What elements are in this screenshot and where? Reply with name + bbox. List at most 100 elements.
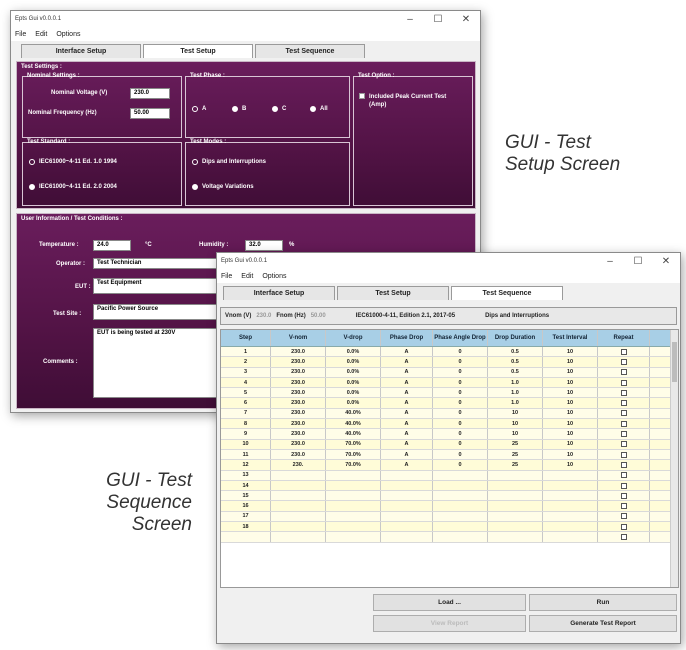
table-cell[interactable]: 10: [543, 398, 598, 408]
mode-voltage-radio[interactable]: Voltage Variations: [192, 184, 254, 190]
table-cell[interactable]: [271, 491, 326, 501]
repeat-checkbox[interactable]: [620, 523, 627, 530]
table-cell[interactable]: A: [381, 429, 433, 439]
table-cell[interactable]: [433, 480, 488, 491]
table-cell[interactable]: A: [381, 398, 433, 408]
table-cell[interactable]: [543, 480, 598, 491]
table-cell[interactable]: 10: [221, 439, 271, 449]
table-cell[interactable]: 10: [543, 439, 598, 449]
repeat-checkbox[interactable]: [620, 461, 627, 468]
view-report-button[interactable]: View Report: [373, 615, 526, 632]
table-cell[interactable]: 0.5: [488, 357, 543, 367]
scrollbar-thumb[interactable]: [672, 342, 677, 382]
column-header[interactable]: Repeat: [598, 330, 650, 346]
repeat-checkbox[interactable]: [620, 472, 627, 479]
phase-a-radio[interactable]: A: [192, 106, 206, 112]
table-cell[interactable]: 0: [433, 388, 488, 398]
table-cell[interactable]: 25: [488, 449, 543, 460]
table-row[interactable]: 10 230.0 70.0% A 0 25 10: [221, 439, 678, 450]
column-header[interactable]: Phase Angle Drop: [433, 330, 488, 346]
standard-2004-radio[interactable]: IEC61000~4-11 Ed. 2.0 2004: [29, 184, 117, 190]
table-cell[interactable]: 230.0: [271, 408, 326, 419]
table-cell[interactable]: [381, 522, 433, 532]
repeat-checkbox[interactable]: [620, 348, 627, 355]
table-cell[interactable]: 0.0%: [326, 357, 381, 367]
table-cell[interactable]: 10: [543, 408, 598, 419]
phase-c-radio[interactable]: C: [272, 106, 286, 112]
table-row[interactable]: 13: [221, 470, 678, 481]
table-row[interactable]: 8 230.0 40.0% A 0 10 10: [221, 419, 678, 430]
table-cell[interactable]: 0.0%: [326, 347, 381, 357]
table-cell[interactable]: 10: [543, 449, 598, 460]
table-cell[interactable]: 25: [488, 439, 543, 449]
load-button[interactable]: Load ...: [373, 594, 526, 611]
table-cell[interactable]: 0: [433, 439, 488, 449]
repeat-checkbox[interactable]: [620, 410, 627, 417]
nominal-frequency-input[interactable]: 50.00: [130, 108, 170, 119]
table-cell[interactable]: [326, 491, 381, 501]
close-icon[interactable]: ✕: [452, 14, 480, 25]
table-row[interactable]: 5 230.0 0.0% A 0 1.0 10: [221, 388, 678, 399]
run-button[interactable]: Run: [529, 594, 677, 611]
table-row[interactable]: 1 230.0 0.0% A 0 0.5 10: [221, 347, 678, 358]
table-cell[interactable]: 230.0: [271, 377, 326, 388]
repeat-checkbox[interactable]: [620, 482, 627, 489]
table-cell[interactable]: 1: [221, 347, 271, 357]
vertical-scrollbar[interactable]: [670, 330, 678, 587]
table-cell[interactable]: 230.0: [271, 367, 326, 377]
menu-edit[interactable]: Edit: [241, 273, 253, 280]
table-cell[interactable]: 12: [221, 460, 271, 470]
table-cell[interactable]: 40.0%: [326, 419, 381, 429]
table-cell[interactable]: 0: [433, 357, 488, 367]
column-header[interactable]: Phase Drop: [381, 330, 433, 346]
column-header[interactable]: Test Interval: [543, 330, 598, 346]
table-cell[interactable]: [543, 470, 598, 480]
mode-dips-radio[interactable]: Dips and Interruptions: [192, 159, 266, 165]
table-cell[interactable]: 0: [433, 347, 488, 357]
table-cell[interactable]: [381, 480, 433, 491]
table-cell[interactable]: A: [381, 439, 433, 449]
column-header[interactable]: V-nom: [271, 330, 326, 346]
repeat-checkbox[interactable]: [620, 420, 627, 427]
table-cell[interactable]: 9: [221, 429, 271, 439]
table-cell[interactable]: [433, 532, 488, 542]
table-cell[interactable]: 11: [221, 449, 271, 460]
table-cell[interactable]: 10: [543, 460, 598, 470]
nominal-voltage-input[interactable]: 230.0: [130, 88, 170, 99]
table-cell[interactable]: [326, 511, 381, 522]
table-cell[interactable]: 0.0%: [326, 398, 381, 408]
generate-report-button[interactable]: Generate Test Report: [529, 615, 677, 632]
temperature-input[interactable]: 24.0: [93, 240, 131, 251]
table-cell[interactable]: 230.: [271, 460, 326, 470]
table-cell[interactable]: 10: [543, 388, 598, 398]
table-cell[interactable]: [488, 522, 543, 532]
table-cell[interactable]: 10: [488, 419, 543, 429]
table-row[interactable]: 17: [221, 511, 678, 523]
table-cell[interactable]: 1.0: [488, 377, 543, 388]
table-cell[interactable]: 8: [221, 419, 271, 429]
table-cell[interactable]: 13: [221, 470, 271, 480]
table-cell[interactable]: 10: [543, 419, 598, 429]
table-cell[interactable]: 0.5: [488, 367, 543, 377]
tab-test-setup[interactable]: Test Setup: [143, 44, 253, 58]
table-cell[interactable]: [381, 470, 433, 480]
table-row[interactable]: 18: [221, 522, 678, 533]
table-cell[interactable]: 0.0%: [326, 377, 381, 388]
table-cell[interactable]: [326, 501, 381, 511]
table-cell[interactable]: 7: [221, 408, 271, 419]
table-cell[interactable]: A: [381, 419, 433, 429]
table-cell[interactable]: [381, 491, 433, 501]
table-cell[interactable]: 10: [543, 367, 598, 377]
table-row[interactable]: 4 230.0 0.0% A 0 1.0 10: [221, 377, 678, 389]
table-cell[interactable]: [543, 532, 598, 542]
tab-test-setup[interactable]: Test Setup: [337, 286, 449, 300]
table-row[interactable]: 2 230.0 0.0% A 0 0.5 10: [221, 357, 678, 368]
menu-options[interactable]: Options: [56, 31, 80, 38]
table-cell[interactable]: [326, 470, 381, 480]
table-cell[interactable]: [271, 522, 326, 532]
standard-1994-radio[interactable]: IEC61000~4-11 Ed. 1.0 1994: [29, 159, 117, 165]
table-cell[interactable]: [381, 511, 433, 522]
table-cell[interactable]: 0: [433, 419, 488, 429]
table-row[interactable]: 3 230.0 0.0% A 0 0.5 10: [221, 367, 678, 378]
repeat-checkbox[interactable]: [620, 503, 627, 510]
